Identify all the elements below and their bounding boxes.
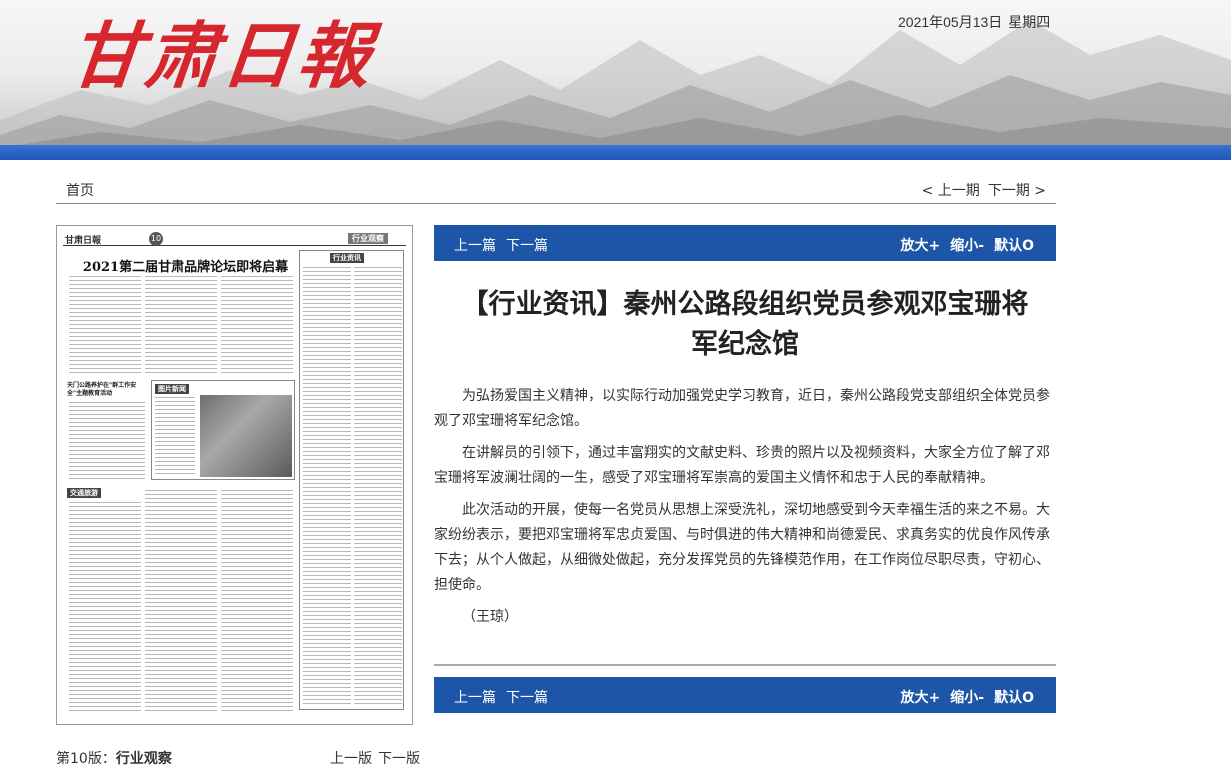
page-section-tag: 行业观察 [348,233,388,244]
story-subhead: 天门公路养护在"群工作安全"主题教育活动 [67,382,137,397]
edition-page-label: 第10版： [56,751,116,767]
article-area-6[interactable] [145,490,217,712]
prev-article-button[interactable]: 上一篇 [454,238,496,254]
issue-date: 2021年05月13日 星期四 [898,12,1050,32]
weekday-text: 星期四 [1008,14,1051,30]
prev-page-link[interactable]: 上一版 [330,751,372,767]
edition-page-name[interactable]: 行业观察 [116,751,172,767]
traffic-block-label: 交通旅游 [67,488,101,498]
photo-caption [155,397,195,477]
next-article-button[interactable]: 下一篇 [506,690,548,706]
prev-article-button[interactable]: 上一篇 [454,690,496,706]
zoom-in-button[interactable]: 放大+ [901,238,941,254]
issue-pager: < 上一期 下一期 > [922,180,1046,200]
photo-news-label: 图片新闻 [155,384,189,394]
page-masthead-logo: 甘肃日報 [65,236,102,246]
newspaper-page-thumbnail[interactable]: 甘肃日報 10 行业观察 2021第二届甘肃品牌论坛即将启幕 行业资讯 天门公路… [56,225,413,725]
article-toolbar-top: 上一篇 下一篇 放大+ 缩小- 默认O [434,225,1056,261]
photo-news-box[interactable]: 图片新闻 [151,380,295,480]
zoom-in-button[interactable]: 放大+ [901,690,941,706]
prev-issue-link[interactable]: < 上一期 [922,183,980,199]
article-area-2[interactable] [145,276,217,376]
article-body: 为弘扬爱国主义精神，以实际行动加强党史学习教育，近日，秦州公路段党支部组织全体党… [434,384,1056,637]
header-banner: 甘肃日報 2021年05月13日 星期四 [0,0,1231,160]
zoom-out-button[interactable]: 缩小- [950,690,984,706]
industry-news-col-1 [303,267,351,707]
industry-news-col-2 [354,267,402,707]
edition-label: 第10版：行业观察 [56,748,172,768]
article-area-7[interactable] [221,490,293,712]
article-area-1[interactable] [69,276,141,376]
reset-zoom-button[interactable]: 默认O [994,238,1034,254]
next-article-button[interactable]: 下一篇 [506,238,548,254]
article-toolbar-bottom: 上一篇 下一篇 放大+ 缩小- 默认O [434,677,1056,713]
header-blue-stripe [0,145,1231,160]
article-author: （王琼） [462,609,518,625]
page-headline[interactable]: 2021第二届甘肃品牌论坛即将启幕 [73,256,298,275]
page-masthead: 甘肃日報 10 行业观察 [63,232,406,246]
article-paragraph: 为弘扬爱国主义精神，以实际行动加强党史学习教育，近日，秦州公路段党支部组织全体党… [434,388,1050,429]
zoom-out-button[interactable]: 缩小- [950,238,984,254]
site-logo[interactable]: 甘肃日報 [66,13,379,98]
reset-zoom-button[interactable]: 默认O [994,690,1034,706]
article-area-5[interactable] [69,502,141,712]
article-paragraph: 此次活动的开展，使每一名党员从思想上深受洗礼，深切地感受到今天幸福生活的来之不易… [434,502,1050,593]
page-number-badge: 10 [149,232,163,246]
next-page-link[interactable]: 下一版 [378,751,420,767]
article-title: 【行业资讯】秦州公路段组织党员参观邓宝珊将军纪念馆 [461,289,1029,360]
article-area-4[interactable] [69,402,145,482]
next-issue-link[interactable]: 下一期 > [988,183,1046,199]
home-link[interactable]: 首页 [66,180,94,200]
issue-nav-bar: 首页 < 上一期 下一期 > [56,176,1056,204]
industry-news-box[interactable]: 行业资讯 [299,250,404,710]
industry-news-label: 行业资讯 [330,253,364,263]
news-photo [200,395,292,477]
article-divider [434,664,1056,666]
edition-pager: 上一版 下一版 [330,748,420,768]
article-area-3[interactable] [221,276,293,376]
date-text: 2021年05月13日 [898,14,1003,30]
article-paragraph: 在讲解员的引领下，通过丰富翔实的文献史料、珍贵的照片以及视频资料，大家全方位了解… [434,445,1050,486]
